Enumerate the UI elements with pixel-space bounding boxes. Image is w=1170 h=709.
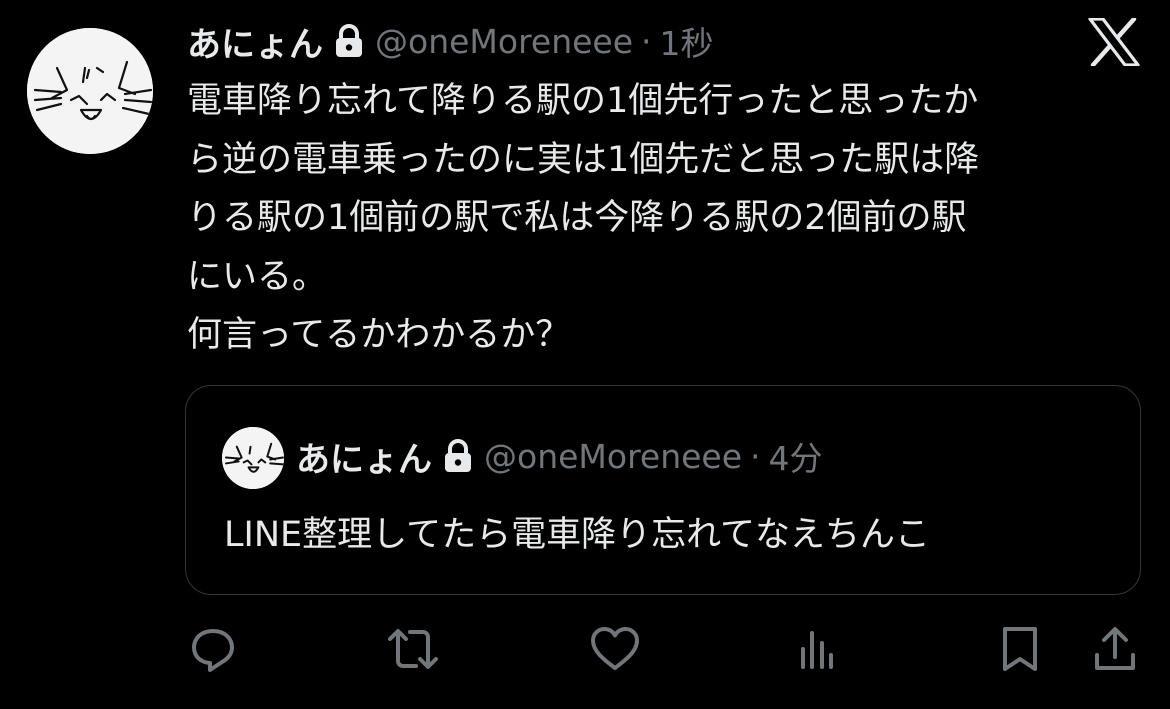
share-button[interactable]: [1090, 622, 1140, 676]
views-icon: [801, 631, 833, 669]
reply-icon: [192, 629, 234, 672]
tweet-text-line: 何言ってるかわかるか？: [187, 315, 571, 355]
bookmark-icon: [1003, 627, 1037, 671]
heart-icon: [591, 627, 639, 670]
quoted-tweet-card[interactable]: あにょん @oneMoreneee · 4分 LINE整理してたら電車降り忘れて…: [185, 385, 1141, 595]
like-button[interactable]: [588, 622, 642, 676]
share-icon: [1095, 627, 1135, 670]
retweet-icon: [388, 629, 438, 669]
tweet-text-line: りる駅の1個前の駅で私は今降りる駅の2個前の駅: [187, 198, 967, 238]
retweet-button[interactable]: [386, 622, 440, 676]
timestamp[interactable]: 1秒: [660, 17, 714, 65]
views-button[interactable]: [792, 622, 842, 676]
quoted-timestamp: 4分: [768, 439, 823, 478]
avatar[interactable]: [27, 28, 153, 154]
quoted-tweet-text: LINE整理してたら電車降り忘れてなえちんこ: [224, 515, 931, 555]
tweet-text: 電車降り忘れて降りる駅の1個先行ったと思ったか ら逆の電車乗ったのに実は1個先だ…: [187, 72, 1147, 365]
handle[interactable]: @oneMoreneee: [375, 22, 633, 61]
cat-doodle-avatar-image: [27, 28, 153, 154]
tweet-text-line: ら逆の電車乗ったのに実は1個先だと思った駅は降: [187, 139, 980, 180]
lock-icon: [333, 24, 365, 58]
bookmark-button[interactable]: [996, 622, 1044, 676]
lock-icon: [442, 439, 474, 473]
quoted-handle: @oneMoreneee: [484, 436, 743, 476]
separator-dot: ·: [750, 436, 761, 476]
quoted-display-name: あにょん: [296, 439, 432, 480]
display-name[interactable]: あにょん: [187, 17, 323, 66]
quoted-avatar: [222, 427, 284, 489]
tweet-header: あにょん @oneMoreneee · 1秒: [187, 17, 714, 65]
reply-button[interactable]: [186, 622, 240, 676]
tweet-text-line: 電車降り忘れて降りる駅の1個先行ったと思ったか: [187, 81, 979, 121]
separator-dot: ·: [641, 21, 652, 61]
action-bar: [0, 622, 1170, 676]
x-logo-icon[interactable]: [1088, 16, 1140, 68]
cat-doodle-avatar-image: [222, 427, 284, 489]
tweet-text-line: にいる。: [187, 256, 328, 297]
quoted-tweet-header: あにょん @oneMoreneee · 4分: [296, 432, 823, 480]
